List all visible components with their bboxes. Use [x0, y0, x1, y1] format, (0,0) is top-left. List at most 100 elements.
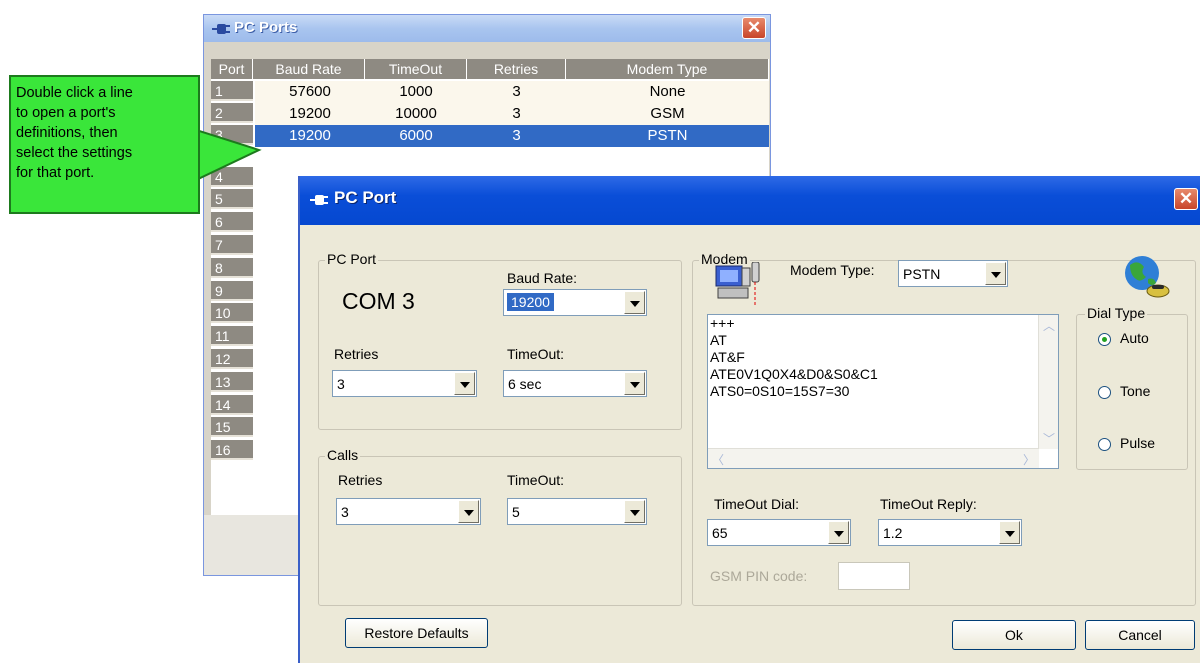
scroll-up-icon[interactable]: ︿ — [1043, 317, 1055, 334]
cell-modem-type: GSM — [566, 103, 769, 125]
chevron-down-icon[interactable] — [624, 372, 645, 395]
ok-button[interactable]: Ok — [952, 620, 1076, 650]
cell-baud-rate: 57600 — [255, 81, 365, 103]
plug-icon — [212, 24, 230, 34]
column-header-retries[interactable]: Retries — [467, 59, 566, 79]
modem-icon — [715, 262, 760, 306]
row-number[interactable]: 13 — [211, 372, 253, 392]
dial-tone-label: Tone — [1120, 383, 1151, 399]
cell-timeout: 10000 — [365, 103, 467, 125]
timeout-reply-select[interactable]: 1.2 — [878, 519, 1022, 546]
cell-modem-type: None — [566, 81, 769, 103]
timeout-dial-select[interactable]: 65 — [707, 519, 851, 546]
close-icon[interactable]: ✕ — [1174, 188, 1198, 210]
callout-pointer — [196, 128, 262, 182]
cancel-button[interactable]: Cancel — [1085, 620, 1195, 650]
row-number[interactable]: 16 — [211, 440, 253, 460]
dial-pulse-radio[interactable] — [1098, 438, 1111, 451]
row-number[interactable]: 14 — [211, 395, 253, 415]
column-header-timeout[interactable]: TimeOut — [365, 59, 467, 79]
chevron-down-icon[interactable] — [985, 262, 1006, 285]
row-number[interactable]: 10 — [211, 303, 253, 323]
cell-baud-rate: 19200 — [255, 125, 365, 147]
dialog-title: PC Port — [334, 188, 397, 207]
timeout-dial-value: 65 — [712, 525, 728, 541]
callout-line: select the settings — [16, 145, 133, 161]
close-icon[interactable]: ✕ — [742, 17, 766, 39]
init-commands-textarea[interactable]: +++ AT AT&F ATE0V1Q0X4&D0&S0&C1 ATS0=0S1… — [707, 314, 1059, 469]
callout-line: for that port. — [16, 165, 95, 181]
row-number[interactable]: 8 — [211, 258, 253, 278]
dial-tone-radio[interactable] — [1098, 386, 1111, 399]
column-header-modem-type[interactable]: Modem Type — [566, 59, 769, 79]
restore-defaults-button[interactable]: Restore Defaults — [345, 618, 488, 648]
column-header-port[interactable]: Port — [211, 59, 253, 79]
chevron-down-icon[interactable] — [624, 291, 645, 314]
vertical-scrollbar[interactable]: ︿ ﹀ — [1038, 315, 1058, 449]
dial-auto-label: Auto — [1120, 330, 1149, 346]
window-title: PC Ports — [234, 19, 298, 36]
init-line: AT — [710, 332, 727, 348]
baud-rate-select[interactable]: 19200 — [503, 289, 647, 316]
cell-retries: 3 — [467, 81, 566, 103]
group-legend: PC Port — [325, 251, 379, 267]
row-number[interactable]: 9 — [211, 281, 253, 301]
pc-port-dialog: PC Port ✕ PC Port COM 3 Baud Rate: 19200… — [298, 176, 1200, 663]
row-number[interactable]: 15 — [211, 417, 253, 437]
pc-port-group: PC Port — [318, 251, 682, 430]
chevron-down-icon[interactable] — [624, 500, 645, 523]
scroll-left-icon[interactable]: 〈 — [712, 451, 724, 468]
row-number[interactable]: 11 — [211, 326, 253, 346]
dial-auto-radio[interactable] — [1098, 333, 1111, 346]
chevron-down-icon[interactable] — [458, 500, 479, 523]
retries-select[interactable]: 3 — [332, 370, 477, 397]
calls-retries-value: 3 — [341, 504, 349, 520]
callout-line: to open a port's — [16, 105, 116, 121]
cell-retries: 3 — [467, 103, 566, 125]
modem-type-label: Modem Type: — [790, 262, 875, 278]
init-line: +++ — [710, 315, 735, 331]
pc-ports-titlebar[interactable]: PC Ports ✕ — [204, 15, 770, 42]
chevron-down-icon[interactable] — [999, 521, 1020, 544]
plug-icon — [310, 195, 328, 205]
timeout-value: 6 sec — [508, 376, 542, 392]
calls-timeout-select[interactable]: 5 — [507, 498, 647, 525]
init-line: ATE0V1Q0X4&D0&S0&C1 — [710, 366, 878, 382]
modem-type-value: PSTN — [903, 266, 941, 282]
column-header-baud-rate[interactable]: Baud Rate — [253, 59, 365, 79]
timeout-reply-value: 1.2 — [883, 525, 903, 541]
horizontal-scrollbar[interactable]: 〈 〉 — [708, 448, 1039, 468]
instruction-callout: Double click a line to open a port's def… — [9, 75, 200, 214]
baud-rate-value: 19200 — [507, 293, 554, 311]
com-port-label: COM 3 — [342, 288, 415, 314]
row-number[interactable]: 12 — [211, 349, 253, 369]
globe-phone-icon — [1125, 256, 1170, 298]
group-legend: Dial Type — [1085, 305, 1148, 321]
callout-line: definitions, then — [16, 125, 118, 141]
chevron-down-icon[interactable] — [454, 372, 475, 395]
row-number[interactable]: 6 — [211, 212, 253, 232]
calls-timeout-value: 5 — [512, 504, 520, 520]
timeout-dial-label: TimeOut Dial: — [714, 496, 800, 512]
scroll-down-icon[interactable]: ﹀ — [1043, 430, 1055, 447]
row-number: 1 — [211, 81, 253, 101]
retries-value: 3 — [337, 376, 345, 392]
modem-type-select[interactable]: PSTN — [898, 260, 1008, 287]
init-line: ATS0=0S10=15S7=30 — [710, 383, 850, 399]
row-number[interactable]: 7 — [211, 235, 253, 255]
cell-timeout: 6000 — [365, 125, 467, 147]
cell-timeout: 1000 — [365, 81, 467, 103]
scroll-right-icon[interactable]: 〉 — [1023, 451, 1035, 468]
dialog-titlebar[interactable]: PC Port ✕ — [300, 176, 1200, 225]
gsm-pin-label: GSM PIN code: — [710, 568, 808, 584]
init-line: AT&F — [710, 349, 745, 365]
retries-label: Retries — [334, 346, 379, 362]
row-number[interactable]: 5 — [211, 189, 253, 209]
calls-retries-select[interactable]: 3 — [336, 498, 481, 525]
chevron-down-icon[interactable] — [828, 521, 849, 544]
cell-baud-rate: 19200 — [255, 103, 365, 125]
calls-timeout-label: TimeOut: — [507, 472, 565, 488]
timeout-select[interactable]: 6 sec — [503, 370, 647, 397]
cell-modem-type: PSTN — [566, 125, 769, 147]
gsm-pin-input[interactable] — [838, 562, 910, 590]
